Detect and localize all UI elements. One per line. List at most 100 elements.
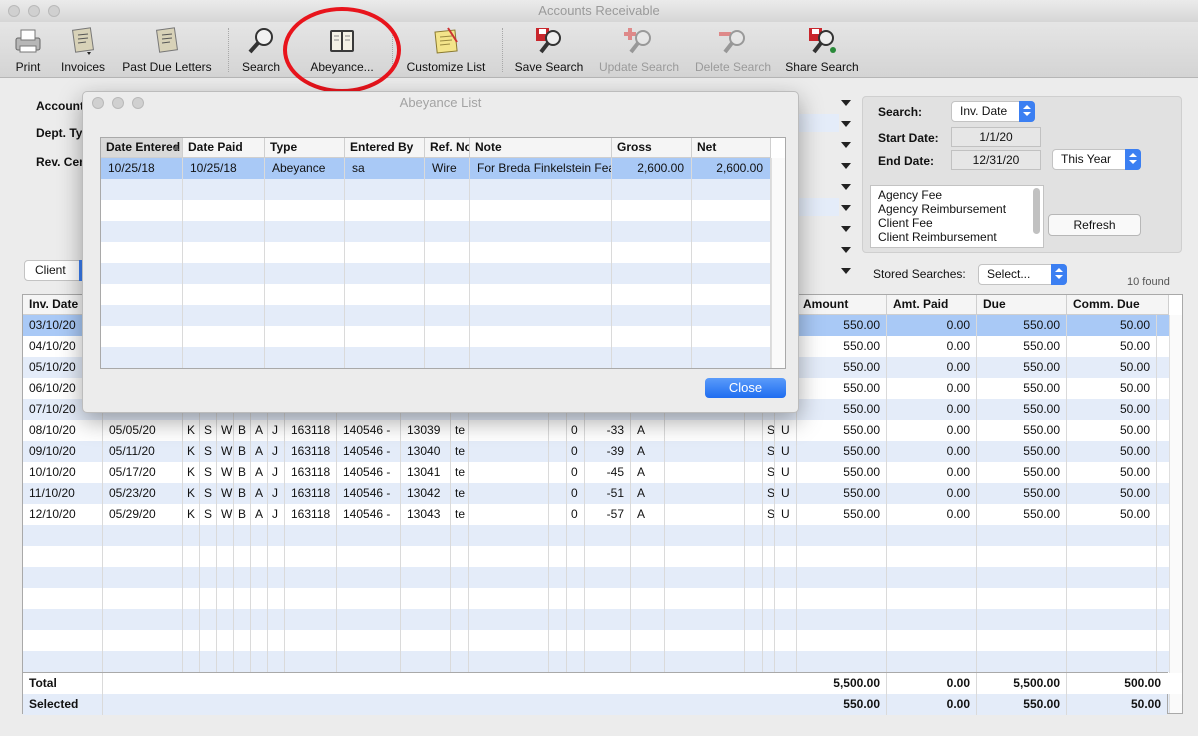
list-item[interactable]: Agency Fee — [878, 188, 1006, 202]
customize-list-button[interactable]: Customize List — [402, 22, 490, 78]
table-row[interactable]: 08/10/20 05/05/20 K S W B A J 163118 140546 -1303… — [23, 420, 1182, 441]
chevron-down-icon[interactable] — [841, 142, 851, 148]
refresh-button[interactable]: Refresh — [1048, 214, 1141, 236]
table-cell — [585, 651, 631, 672]
table-cell — [469, 546, 549, 567]
list-item[interactable]: Agency Reimbursement — [878, 202, 1006, 216]
table-cell: 13040 — [401, 441, 451, 462]
table-cell: 05/29/20 — [103, 504, 183, 525]
filter-list-stripe — [799, 198, 839, 216]
minimize-window-icon[interactable] — [112, 97, 124, 109]
list-item[interactable]: Client Fee — [878, 216, 1006, 230]
table-cell — [183, 326, 265, 347]
table-cell — [631, 588, 665, 609]
table-cell — [425, 347, 470, 368]
table-cell — [612, 179, 692, 200]
column-header-note[interactable]: Note — [470, 138, 612, 158]
table-cell: 0 — [567, 483, 585, 504]
table-cell: 0 — [567, 462, 585, 483]
table-row[interactable]: 10/10/20 05/17/20 K S W B A J 163118 140546 -1304… — [23, 462, 1182, 483]
stored-searches-select[interactable]: Select... — [978, 264, 1067, 285]
chevron-down-icon[interactable] — [841, 184, 851, 190]
table-cell — [200, 567, 217, 588]
table-cell — [217, 630, 234, 651]
column-header-comm_due[interactable]: Comm. Due — [1067, 295, 1169, 315]
save-search-button[interactable]: Save Search — [512, 22, 586, 78]
table-row — [101, 221, 771, 242]
table-cell — [425, 284, 470, 305]
table-cell — [451, 630, 469, 651]
table-cell — [631, 630, 665, 651]
close-window-icon[interactable] — [92, 97, 104, 109]
scrollbar[interactable] — [1169, 315, 1182, 713]
table-row[interactable]: 10/25/18 10/25/18 Abeyance sa Wire For Breda … — [101, 158, 771, 179]
start-date-label: Start Date: — [878, 131, 939, 145]
delete-search-button[interactable]: Delete Search — [692, 22, 774, 78]
window-title: Accounts Receivable — [538, 3, 660, 18]
table-row[interactable]: 09/10/20 05/11/20 K S W B A J 163118 140546 -1304… — [23, 441, 1182, 462]
past-due-letters-button[interactable]: Past Due Letters — [118, 22, 216, 78]
tab-client[interactable]: Client — [24, 260, 80, 281]
table-cell — [775, 651, 797, 672]
chevron-down-icon[interactable] — [841, 268, 851, 274]
scrollbar[interactable] — [1033, 188, 1040, 234]
zoom-window-icon[interactable] — [132, 97, 144, 109]
table-cell — [234, 609, 251, 630]
chevron-down-icon[interactable] — [841, 205, 851, 211]
end-date-field[interactable]: 12/31/20 — [951, 150, 1041, 170]
column-header-type[interactable]: Type — [265, 138, 345, 158]
table-cell — [469, 630, 549, 651]
table-cell — [425, 200, 470, 221]
total-label: Total — [23, 673, 103, 694]
column-header-date-paid[interactable]: Date Paid — [183, 138, 265, 158]
close-button[interactable]: Close — [705, 378, 786, 398]
close-window-icon[interactable] — [8, 5, 20, 17]
invoices-button[interactable]: Invoices — [58, 22, 108, 78]
abeyance-table[interactable]: Date Entered Date Paid Type Entered By Ref. … — [100, 137, 786, 369]
search-button[interactable]: Search — [238, 22, 284, 78]
table-cell: 10/25/18 — [183, 158, 265, 179]
column-header-entered-by[interactable]: Entered By — [345, 138, 425, 158]
table-row[interactable]: 12/10/20 05/29/20 K S W B A J 163118 140546 -1304… — [23, 504, 1182, 525]
list-item[interactable]: Client Reimbursement — [878, 230, 1006, 244]
date-range-select[interactable]: This Year — [1052, 149, 1141, 170]
category-list[interactable]: Agency Fee Agency Reimbursement Client F… — [870, 185, 1044, 248]
table-cell — [401, 651, 451, 672]
scrollbar[interactable] — [771, 158, 785, 368]
table-row — [101, 326, 771, 347]
chevron-down-icon[interactable] — [841, 121, 851, 127]
zoom-window-icon[interactable] — [48, 5, 60, 17]
column-header-date-entered[interactable]: Date Entered — [101, 138, 183, 158]
column-header-due[interactable]: Due — [977, 295, 1067, 315]
table-cell — [345, 347, 425, 368]
column-header-net[interactable]: Net — [692, 138, 771, 158]
table-cell — [401, 588, 451, 609]
table-row — [101, 263, 771, 284]
table-row — [101, 200, 771, 221]
table-cell — [797, 567, 887, 588]
stepper-icon — [1125, 149, 1141, 170]
column-header-gross[interactable]: Gross — [612, 138, 692, 158]
print-button[interactable]: Print — [6, 22, 50, 78]
table-cell — [549, 567, 567, 588]
search-field-select[interactable]: Inv. Date — [951, 101, 1035, 122]
chevron-down-icon[interactable] — [841, 163, 851, 169]
chevron-down-icon[interactable] — [841, 226, 851, 232]
table-cell: For Breda Finkelstein Fea — [470, 158, 612, 179]
table-row[interactable]: 11/10/20 05/23/20 K S W B A J 163118 140546 -1304… — [23, 483, 1182, 504]
table-cell — [251, 651, 268, 672]
table-cell: K — [183, 420, 200, 441]
table-cell — [585, 525, 631, 546]
update-search-button[interactable]: Update Search — [596, 22, 682, 78]
column-header-ref-no[interactable]: Ref. No — [425, 138, 470, 158]
share-search-button[interactable]: Share Search — [784, 22, 860, 78]
column-header-amount[interactable]: Amount — [797, 295, 887, 315]
start-date-field[interactable]: 1/1/20 — [951, 127, 1041, 147]
minimize-window-icon[interactable] — [28, 5, 40, 17]
chevron-down-icon[interactable] — [841, 100, 851, 106]
table-cell: 0.00 — [887, 357, 977, 378]
column-header-amt_paid[interactable]: Amt. Paid — [887, 295, 977, 315]
table-cell — [887, 651, 977, 672]
chevron-down-icon[interactable] — [841, 247, 851, 253]
table-cell: 10/10/20 — [23, 462, 103, 483]
